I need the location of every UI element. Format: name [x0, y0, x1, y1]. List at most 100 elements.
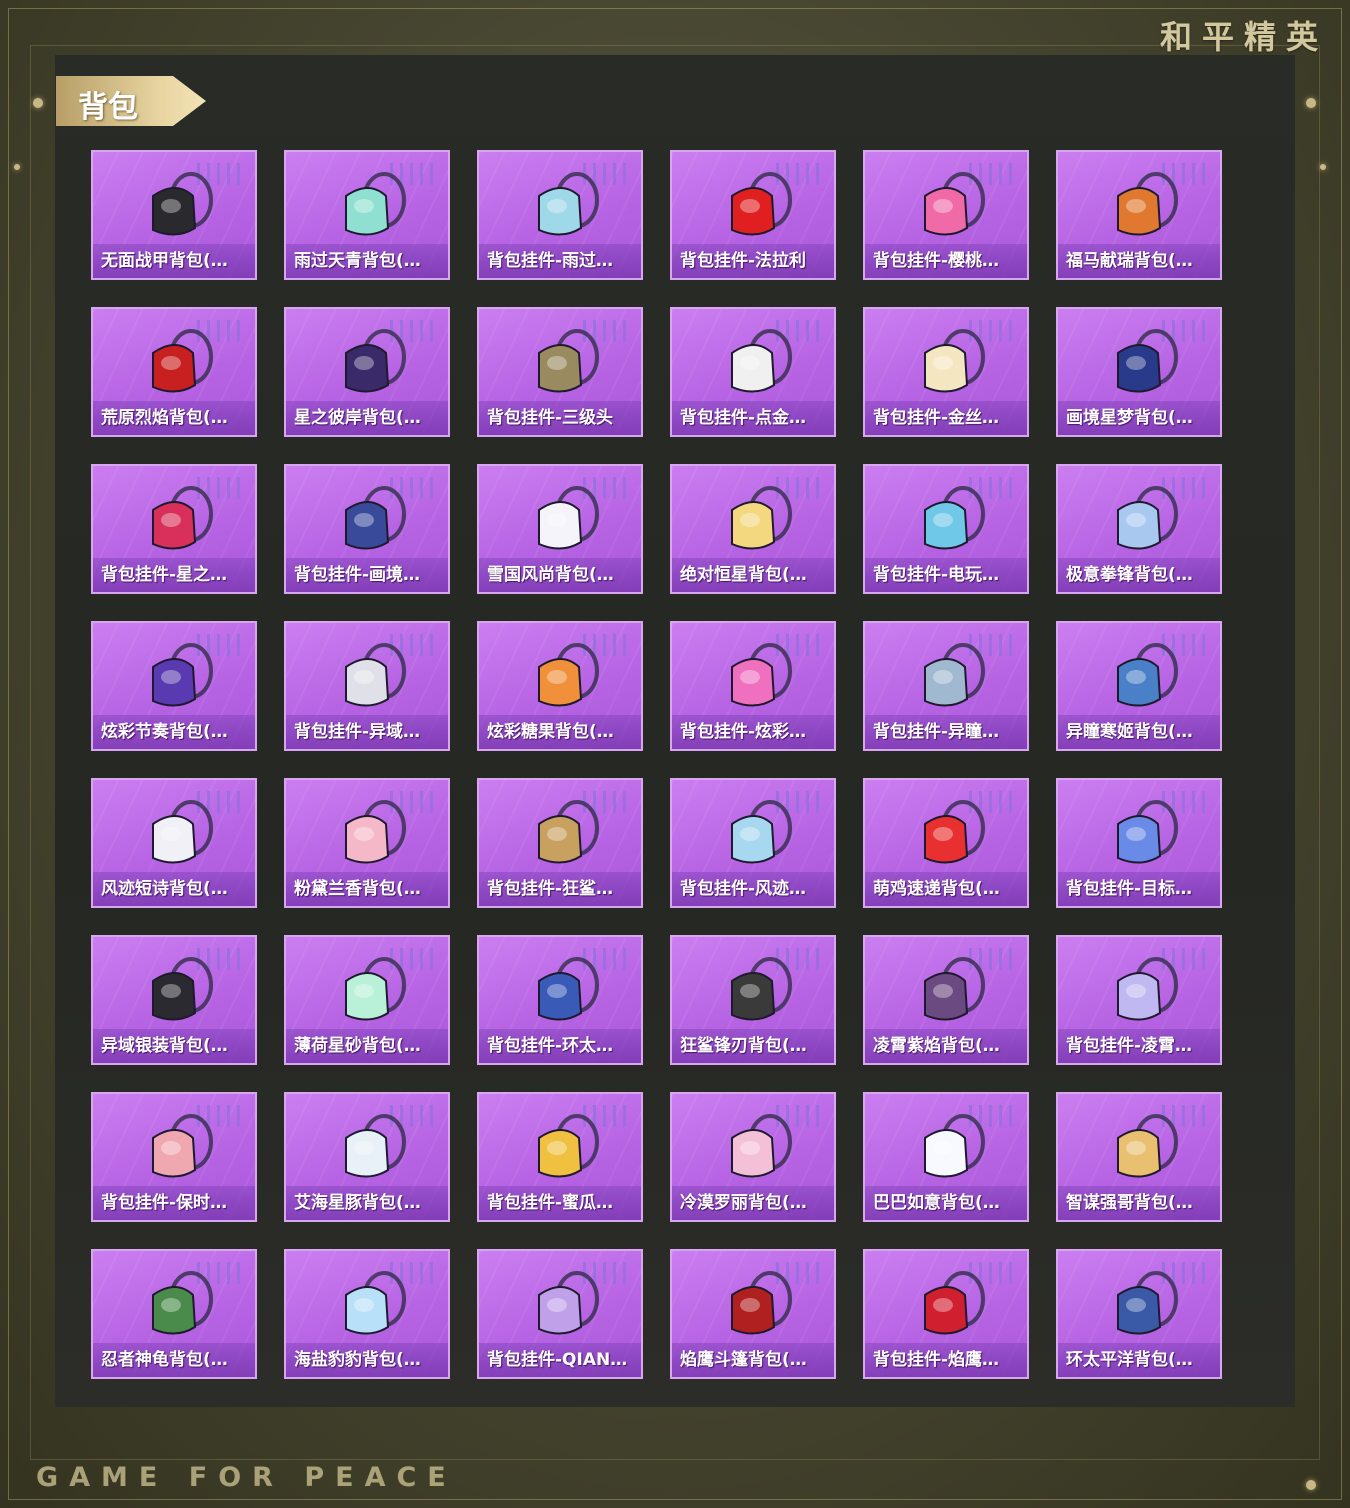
item-card[interactable]: 环太平洋背包(… — [1056, 1249, 1222, 1379]
brand-logo-text: 和平精英 — [1159, 18, 1328, 56]
item-label: 海盐豹豹背包(… — [286, 1343, 448, 1377]
item-label: 炫彩节奏背包(… — [93, 715, 255, 749]
item-card[interactable]: 狂鲨锋刃背包(… — [670, 935, 836, 1065]
item-label: 背包挂件-三级头 — [479, 401, 641, 435]
item-card[interactable]: 背包挂件-电玩… — [863, 464, 1029, 594]
corner-dot — [1306, 1480, 1316, 1490]
item-label: 背包挂件-画境… — [286, 558, 448, 592]
item-label: 荒原烈焰背包(… — [93, 401, 255, 435]
item-label: 炫彩糖果背包(… — [479, 715, 641, 749]
item-label: 环太平洋背包(… — [1058, 1343, 1220, 1377]
item-card[interactable]: 背包挂件-蜜瓜… — [477, 1092, 643, 1222]
corner-dot — [1320, 164, 1326, 170]
item-label: 画境星梦背包(… — [1058, 401, 1220, 435]
item-card[interactable]: 星之彼岸背包(… — [284, 307, 450, 437]
item-label: 背包挂件-异域… — [286, 715, 448, 749]
item-label: 背包挂件-焰鹰… — [865, 1343, 1027, 1377]
item-card[interactable]: 背包挂件-法拉利 — [670, 150, 836, 280]
corner-dot — [1306, 98, 1316, 108]
item-card[interactable]: 背包挂件-异瞳… — [863, 621, 1029, 751]
item-label: 焰鹰斗篷背包(… — [672, 1343, 834, 1377]
item-label: 风迹短诗背包(… — [93, 872, 255, 906]
item-label: 异瞳寒姬背包(… — [1058, 715, 1220, 749]
item-card[interactable]: 背包挂件-三级头 — [477, 307, 643, 437]
item-card[interactable]: 萌鸡速递背包(… — [863, 778, 1029, 908]
item-label: 背包挂件-蜜瓜… — [479, 1186, 641, 1220]
item-label: 巴巴如意背包(… — [865, 1186, 1027, 1220]
item-card[interactable]: 福马献瑞背包(… — [1056, 150, 1222, 280]
item-label: 背包挂件-金丝… — [865, 401, 1027, 435]
item-card[interactable]: 异瞳寒姬背包(… — [1056, 621, 1222, 751]
item-label: 无面战甲背包(… — [93, 244, 255, 278]
item-label: 智谋强哥背包(… — [1058, 1186, 1220, 1220]
item-card[interactable]: 画境星梦背包(… — [1056, 307, 1222, 437]
footer-slogan: GAME FOR PEACE — [36, 1462, 457, 1493]
item-label: 背包挂件-星之… — [93, 558, 255, 592]
item-label: 背包挂件-风迹… — [672, 872, 834, 906]
section-title: 背包 — [78, 90, 138, 125]
item-card[interactable]: 炫彩糖果背包(… — [477, 621, 643, 751]
item-card[interactable]: 薄荷星砂背包(… — [284, 935, 450, 1065]
item-card[interactable]: 异域银装背包(… — [91, 935, 257, 1065]
item-card[interactable]: 背包挂件-星之… — [91, 464, 257, 594]
item-card[interactable]: 雨过天青背包(… — [284, 150, 450, 280]
item-card[interactable]: 海盐豹豹背包(… — [284, 1249, 450, 1379]
item-card[interactable]: 极意拳锋背包(… — [1056, 464, 1222, 594]
item-label: 极意拳锋背包(… — [1058, 558, 1220, 592]
item-label: 粉黛兰香背包(… — [286, 872, 448, 906]
item-label: 薄荷星砂背包(… — [286, 1029, 448, 1063]
item-label: 绝对恒星背包(… — [672, 558, 834, 592]
item-card[interactable]: 荒原烈焰背包(… — [91, 307, 257, 437]
item-label: 艾海星豚背包(… — [286, 1186, 448, 1220]
item-card[interactable]: 焰鹰斗篷背包(… — [670, 1249, 836, 1379]
item-label: 背包挂件-凌霄… — [1058, 1029, 1220, 1063]
corner-dot — [33, 98, 43, 108]
item-card[interactable]: 背包挂件-点金… — [670, 307, 836, 437]
item-card[interactable]: 忍者神龟背包(… — [91, 1249, 257, 1379]
item-card[interactable]: 背包挂件-焰鹰… — [863, 1249, 1029, 1379]
item-label: 萌鸡速递背包(… — [865, 872, 1027, 906]
item-label: 背包挂件-炫彩… — [672, 715, 834, 749]
item-card[interactable]: 巴巴如意背包(… — [863, 1092, 1029, 1222]
item-card[interactable]: 粉黛兰香背包(… — [284, 778, 450, 908]
item-label: 背包挂件-目标… — [1058, 872, 1220, 906]
item-card[interactable]: 冷漠罗丽背包(… — [670, 1092, 836, 1222]
item-card[interactable]: 无面战甲背包(… — [91, 150, 257, 280]
item-label: 星之彼岸背包(… — [286, 401, 448, 435]
item-label: 福马献瑞背包(… — [1058, 244, 1220, 278]
item-grid: 无面战甲背包(… 雨过天青背包(… 背包挂件-雨过… 背包挂件-法拉利 背包挂件-樱桃…… — [91, 150, 1222, 1379]
item-card[interactable]: 背包挂件-狂鲨… — [477, 778, 643, 908]
item-card[interactable]: 背包挂件-风迹… — [670, 778, 836, 908]
item-card[interactable]: 炫彩节奏背包(… — [91, 621, 257, 751]
item-label: 雨过天青背包(… — [286, 244, 448, 278]
item-card[interactable]: 凌霄紫焰背包(… — [863, 935, 1029, 1065]
item-card[interactable]: 背包挂件-樱桃… — [863, 150, 1029, 280]
item-card[interactable]: 背包挂件-雨过… — [477, 150, 643, 280]
item-label: 背包挂件-电玩… — [865, 558, 1027, 592]
item-label: 背包挂件-环太… — [479, 1029, 641, 1063]
item-label: 背包挂件-法拉利 — [672, 244, 834, 278]
item-card[interactable]: 背包挂件-目标… — [1056, 778, 1222, 908]
item-label: 背包挂件-QIAN… — [479, 1343, 641, 1377]
item-card[interactable]: 背包挂件-保时… — [91, 1092, 257, 1222]
item-label: 背包挂件-樱桃… — [865, 244, 1027, 278]
item-card[interactable]: 风迹短诗背包(… — [91, 778, 257, 908]
item-card[interactable]: 背包挂件-环太… — [477, 935, 643, 1065]
item-card[interactable]: 背包挂件-金丝… — [863, 307, 1029, 437]
item-card[interactable]: 背包挂件-画境… — [284, 464, 450, 594]
item-card[interactable]: 绝对恒星背包(… — [670, 464, 836, 594]
item-card[interactable]: 背包挂件-炫彩… — [670, 621, 836, 751]
item-card[interactable]: 背包挂件-凌霄… — [1056, 935, 1222, 1065]
item-card[interactable]: 智谋强哥背包(… — [1056, 1092, 1222, 1222]
item-label: 背包挂件-异瞳… — [865, 715, 1027, 749]
item-card[interactable]: 背包挂件-QIAN… — [477, 1249, 643, 1379]
item-label: 狂鲨锋刃背包(… — [672, 1029, 834, 1063]
item-label: 雪国风尚背包(… — [479, 558, 641, 592]
item-card[interactable]: 雪国风尚背包(… — [477, 464, 643, 594]
item-card[interactable]: 背包挂件-异域… — [284, 621, 450, 751]
item-label: 冷漠罗丽背包(… — [672, 1186, 834, 1220]
item-label: 忍者神龟背包(… — [93, 1343, 255, 1377]
item-card[interactable]: 艾海星豚背包(… — [284, 1092, 450, 1222]
item-label: 背包挂件-点金… — [672, 401, 834, 435]
item-label: 背包挂件-保时… — [93, 1186, 255, 1220]
